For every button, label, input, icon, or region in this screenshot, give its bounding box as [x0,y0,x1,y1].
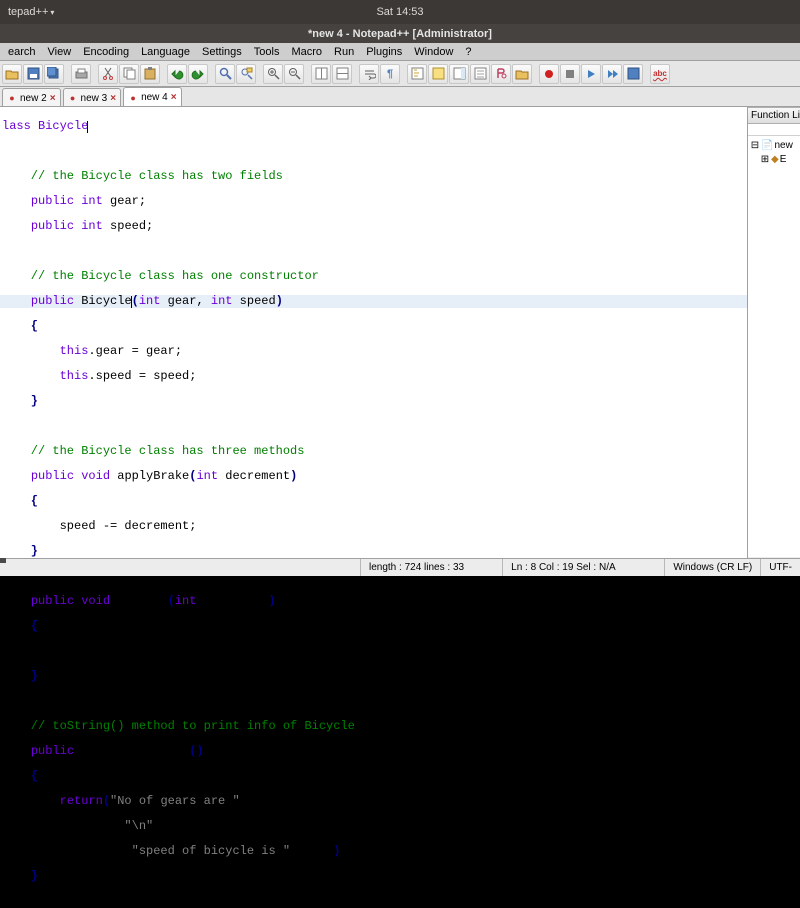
tab-new-3[interactable]: ●new 3× [63,88,122,106]
function-tree[interactable]: ⊟📄new ⊞◆E [748,136,800,557]
sync-h-button[interactable] [332,64,352,84]
class-icon: ◆ [771,154,779,165]
close-icon[interactable]: × [171,92,177,103]
status-eol[interactable]: Windows (CR LF) [664,559,760,576]
status-pos: Ln : 8 Col : 19 Sel : N/A [502,559,662,576]
indent-guide-button[interactable] [407,64,427,84]
plus-icon: ⊞ [760,154,770,165]
chevron-down-icon: ▾ [50,8,54,17]
cut-button[interactable] [98,64,118,84]
tree-root[interactable]: ⊟📄new [750,138,798,152]
lang-button[interactable] [428,64,448,84]
menu-window[interactable]: Window [408,44,459,60]
tab-new-4[interactable]: ●new 4× [123,87,182,106]
record-button[interactable] [539,64,559,84]
menu-macro[interactable]: Macro [285,44,328,60]
sync-v-button[interactable] [311,64,331,84]
redo-button[interactable] [188,64,208,84]
file-icon: 📄 [761,140,773,151]
window-title: *new 4 - Notepad++ [Administrator] [308,28,492,40]
close-icon[interactable]: × [110,93,116,104]
menu-bar: earch View Encoding Language Settings To… [0,43,800,61]
play-multi-button[interactable] [602,64,622,84]
zoom-out-button[interactable] [284,64,304,84]
desktop-area [0,558,6,563]
tool-bar: ¶ abc [0,61,800,87]
folder-button[interactable] [512,64,532,84]
menu-language[interactable]: Language [135,44,196,60]
tree-child[interactable]: ⊞◆E [750,152,798,166]
replace-button[interactable] [236,64,256,84]
paste-button[interactable] [140,64,160,84]
status-doc: length : 724 lines : 33 [360,559,500,576]
menu-search[interactable]: earch [2,44,42,60]
copy-button[interactable] [119,64,139,84]
close-icon[interactable]: × [50,93,56,104]
panel-search[interactable] [748,124,800,136]
save-button[interactable] [23,64,43,84]
wrap-button[interactable] [359,64,379,84]
show-all-button[interactable]: ¶ [380,64,400,84]
stop-button[interactable] [560,64,580,84]
menu-plugins[interactable]: Plugins [360,44,408,60]
status-bar: length : 724 lines : 33 Ln : 8 Col : 19 … [0,558,800,576]
editor[interactable]: lass Bicycle // the Bicycle class has tw… [0,107,747,558]
find-button[interactable] [215,64,235,84]
menu-encoding[interactable]: Encoding [77,44,135,60]
app-menu[interactable]: tepad++▾ [8,6,54,18]
zoom-in-button[interactable] [263,64,283,84]
panel-header[interactable]: Function List [748,107,800,124]
menu-run[interactable]: Run [328,44,360,60]
dirty-icon: ● [128,93,138,103]
function-list-panel: Function List ⊟📄new ⊞◆E [747,107,800,558]
dirty-icon: ● [68,93,78,103]
tab-new-2[interactable]: ●new 2× [2,88,61,106]
save-macro-button[interactable] [623,64,643,84]
menu-settings[interactable]: Settings [196,44,248,60]
menu-view[interactable]: View [42,44,78,60]
spellcheck-button[interactable]: abc [650,64,670,84]
status-enc[interactable]: UTF- [760,559,800,576]
doc-map-button[interactable] [449,64,469,84]
doc-list-button[interactable] [470,64,490,84]
gnome-top-bar: tepad++▾ Sat 14:53 [0,0,800,24]
clock[interactable]: Sat 14:53 [269,6,530,18]
save-all-button[interactable] [44,64,64,84]
func-list-button[interactable] [491,64,511,84]
menu-help[interactable]: ? [459,44,477,60]
tab-bar: ●new 2× ●new 3× ●new 4× [0,87,800,107]
menu-tools[interactable]: Tools [248,44,286,60]
open-button[interactable] [2,64,22,84]
print-button[interactable] [71,64,91,84]
minus-icon: ⊟ [750,140,760,151]
dirty-icon: ● [7,93,17,103]
undo-button[interactable] [167,64,187,84]
play-button[interactable] [581,64,601,84]
window-title-bar: *new 4 - Notepad++ [Administrator] [0,24,800,43]
